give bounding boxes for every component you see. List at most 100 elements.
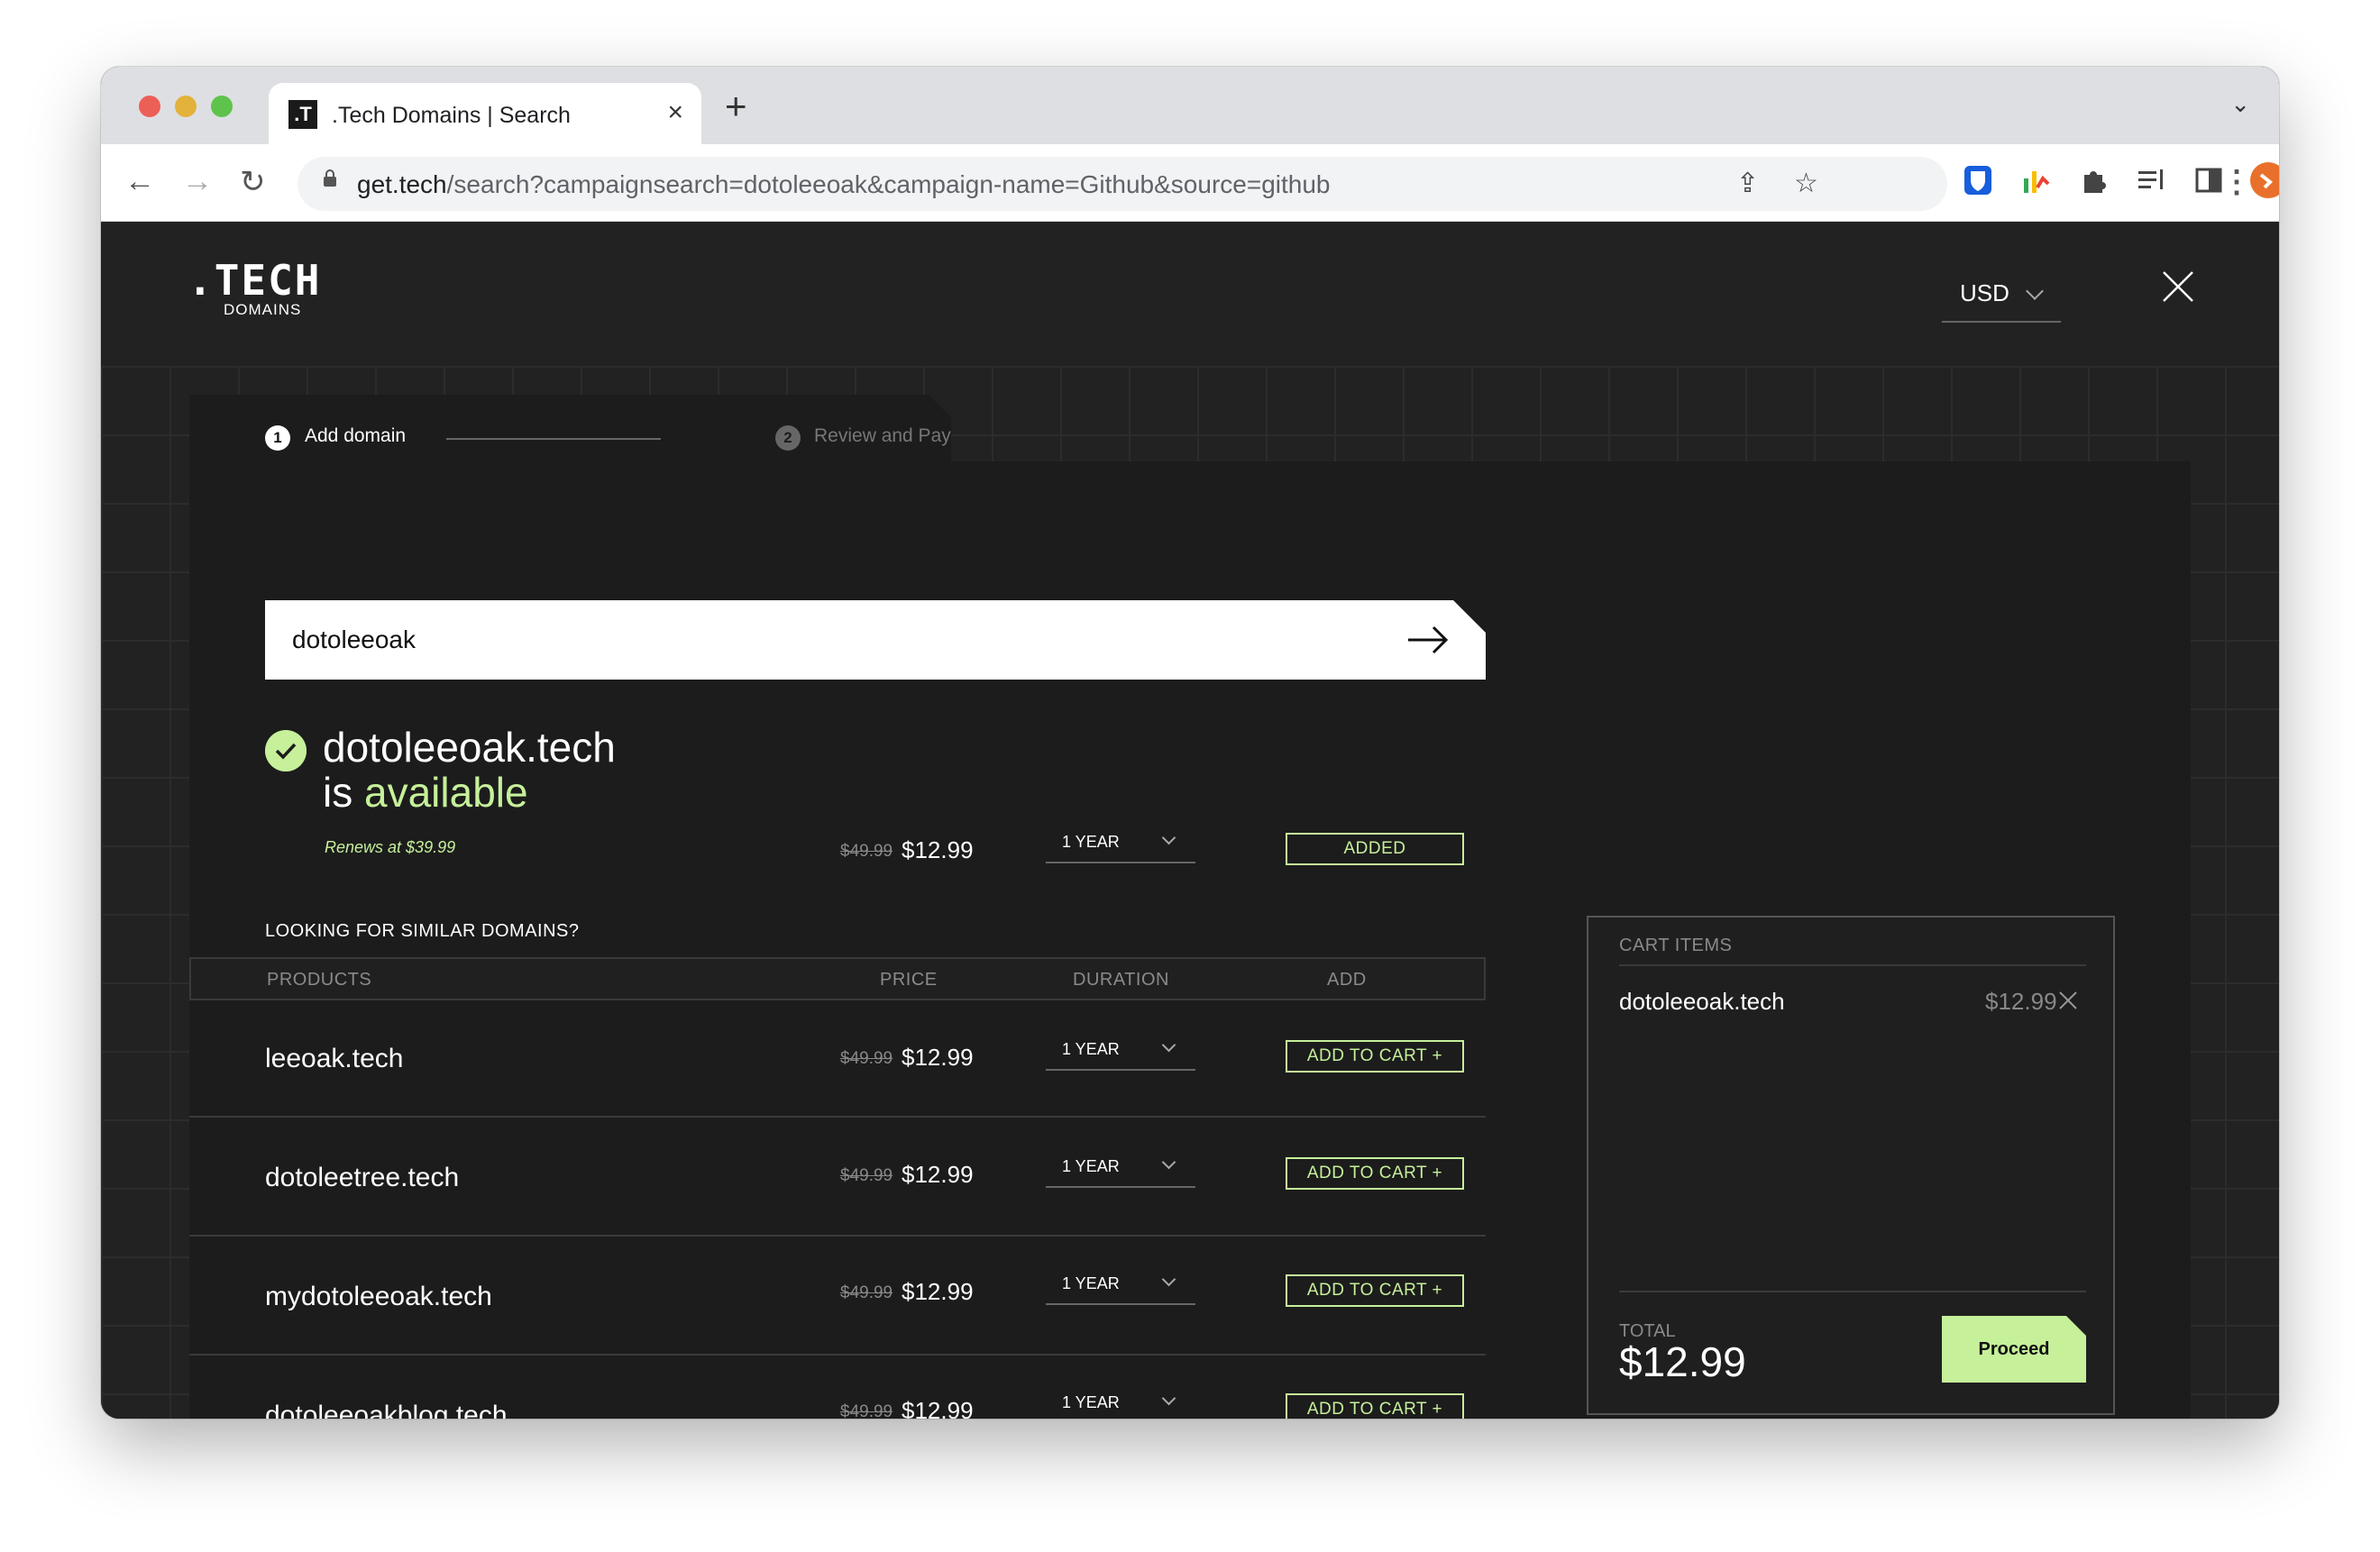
original-price: $49.99: [840, 1049, 893, 1068]
original-price: $49.99: [840, 842, 893, 861]
table-row: dotoleetree.tech $49.99 $12.99 1 YEAR AD…: [189, 1119, 1486, 1237]
tab-search-chevron-icon[interactable]: ⌄: [2230, 90, 2250, 118]
duration-label: 1 YEAR: [1062, 1040, 1120, 1058]
proceed-button[interactable]: Proceed: [1942, 1316, 2086, 1383]
original-price: $49.99: [840, 1283, 893, 1302]
duration-select[interactable]: 1 YEAR: [1046, 824, 1195, 863]
duration-label: 1 YEAR: [1062, 1274, 1120, 1292]
reload-icon[interactable]: ↻: [240, 164, 266, 200]
step-connector: [446, 438, 661, 440]
logo-wordmark: .TECH: [188, 256, 322, 305]
currency-select[interactable]: USD: [1942, 272, 2061, 323]
sale-price: $12.99: [902, 1161, 974, 1188]
sale-price: $12.99: [902, 1278, 974, 1305]
minimize-window-button[interactable]: [175, 96, 197, 117]
close-window-button[interactable]: [139, 96, 160, 117]
original-price: $49.99: [840, 1402, 893, 1419]
table-row: dotoleeoakblog.tech $49.99 $12.99 1 YEAR…: [189, 1357, 1486, 1419]
available-domain-name: dotoleeoak.tech: [323, 724, 616, 771]
sale-price: $12.99: [902, 1044, 974, 1071]
side-panel-icon[interactable]: [2192, 164, 2225, 196]
url-text: get.tech/search?campaignsearch=dotoleeoa…: [357, 170, 1331, 198]
bitwarden-extension-icon[interactable]: [1962, 164, 1994, 196]
domain-search-input[interactable]: dotoleeoak: [265, 600, 1486, 680]
chevron-down-icon: [1161, 1272, 1176, 1287]
chevron-down-icon: [2026, 282, 2044, 300]
column-price: PRICE: [880, 970, 938, 990]
browser-menu-icon[interactable]: ⋮: [2221, 164, 2252, 200]
cart-panel: CART ITEMS dotoleeoak.tech $12.99 TOTAL …: [1587, 916, 2115, 1415]
duration-label: 1 YEAR: [1062, 1393, 1120, 1411]
arrow-right-icon[interactable]: [1406, 624, 1450, 656]
currency-label: USD: [1960, 279, 2009, 306]
tab-title: .Tech Domains | Search: [332, 103, 571, 128]
table-row: leeoak.tech $49.99 $12.99 1 YEAR ADD TO …: [189, 1000, 1486, 1118]
reading-list-icon[interactable]: [2135, 164, 2167, 196]
bookmark-star-icon[interactable]: ☆: [1794, 168, 1818, 199]
back-icon[interactable]: ←: [124, 164, 155, 199]
similar-domains-title: LOOKING FOR SIMILAR DOMAINS?: [265, 921, 580, 941]
table-row: mydotoleeoak.tech $49.99 $12.99 1 YEAR A…: [189, 1238, 1486, 1356]
table-header: PRODUCTS PRICE DURATION ADD: [189, 957, 1486, 1000]
cart-title: CART ITEMS: [1619, 936, 1733, 955]
browser-toolbar: ← → ↻ get.tech/search?campaignsearch=dot…: [101, 144, 2279, 222]
tab-strip: .T .Tech Domains | Search × + ⌄: [101, 67, 2279, 144]
duration-select[interactable]: 1 YEAR: [1046, 1031, 1195, 1071]
add-to-cart-button[interactable]: ADD TO CART +: [1286, 1393, 1464, 1419]
duration-label: 1 YEAR: [1062, 1157, 1120, 1175]
lock-icon: [324, 169, 336, 187]
browser-tab[interactable]: .T .Tech Domains | Search ×: [269, 83, 701, 144]
maximize-window-button[interactable]: [211, 96, 233, 117]
duration-select[interactable]: 1 YEAR: [1046, 1265, 1195, 1305]
row-domain-name: leeoak.tech: [265, 1044, 404, 1073]
divider: [1619, 964, 2086, 966]
page: .TECH DOMAINS USD 1 Add domain 2 Review …: [101, 222, 2279, 1419]
column-duration: DURATION: [1073, 970, 1169, 990]
share-icon[interactable]: ⇪: [1736, 168, 1759, 199]
cart-item-name: dotoleeoak.tech: [1619, 988, 1785, 1015]
row-domain-name: dotoleeoakblog.tech: [265, 1401, 508, 1419]
row-domain-name: dotoleetree.tech: [265, 1163, 460, 1192]
step-2-label[interactable]: Review and Pay: [814, 425, 951, 447]
tech-domains-logo[interactable]: .TECH DOMAINS: [188, 260, 321, 319]
step-2-number: 2: [775, 425, 801, 451]
forward-icon[interactable]: →: [182, 164, 213, 199]
renewal-price: Renews at $39.99: [325, 838, 456, 856]
close-icon[interactable]: [2160, 269, 2196, 305]
chevron-down-icon: [1161, 830, 1176, 845]
address-bar[interactable]: get.tech/search?campaignsearch=dotoleeoa…: [298, 157, 1947, 211]
sale-price: $12.99: [902, 836, 974, 863]
duration-label: 1 YEAR: [1062, 833, 1120, 851]
column-products: PRODUCTS: [267, 970, 372, 990]
added-button[interactable]: ADDED: [1286, 833, 1464, 865]
new-tab-icon[interactable]: +: [725, 85, 747, 128]
chevron-down-icon: [1161, 1391, 1176, 1406]
availability-status: is available: [323, 769, 528, 816]
add-to-cart-button[interactable]: ADD TO CART +: [1286, 1157, 1464, 1190]
extensions-puzzle-icon[interactable]: [2077, 164, 2110, 196]
add-to-cart-button[interactable]: ADD TO CART +: [1286, 1040, 1464, 1073]
total-value: $12.99: [1619, 1338, 1746, 1385]
profile-avatar[interactable]: [2248, 160, 2279, 200]
cart-item-price: $12.99: [1985, 988, 2057, 1015]
original-price: $49.99: [840, 1166, 893, 1185]
step-1-number: 1: [265, 425, 290, 451]
check-circle-icon: [265, 730, 307, 771]
chevron-down-icon: [1161, 1037, 1176, 1053]
step-1-label[interactable]: Add domain: [305, 425, 406, 447]
sale-price: $12.99: [902, 1397, 974, 1419]
favicon-icon: .T: [288, 100, 317, 129]
row-domain-name: mydotoleeoak.tech: [265, 1282, 492, 1311]
column-add: ADD: [1327, 970, 1367, 990]
duration-select[interactable]: 1 YEAR: [1046, 1148, 1195, 1188]
analytics-extension-icon[interactable]: [2019, 164, 2052, 196]
browser-window: .T .Tech Domains | Search × + ⌄ ← → ↻ ge…: [101, 67, 2279, 1419]
search-value: dotoleeoak: [292, 625, 416, 653]
add-to-cart-button[interactable]: ADD TO CART +: [1286, 1274, 1464, 1307]
duration-select[interactable]: 1 YEAR: [1046, 1384, 1195, 1419]
tab-close-icon[interactable]: ×: [667, 97, 683, 128]
chevron-down-icon: [1161, 1155, 1176, 1170]
divider: [1619, 1291, 2086, 1292]
remove-item-icon[interactable]: [2057, 990, 2079, 1011]
checkout-steps: 1 Add domain 2 Review and Pay: [189, 395, 951, 463]
